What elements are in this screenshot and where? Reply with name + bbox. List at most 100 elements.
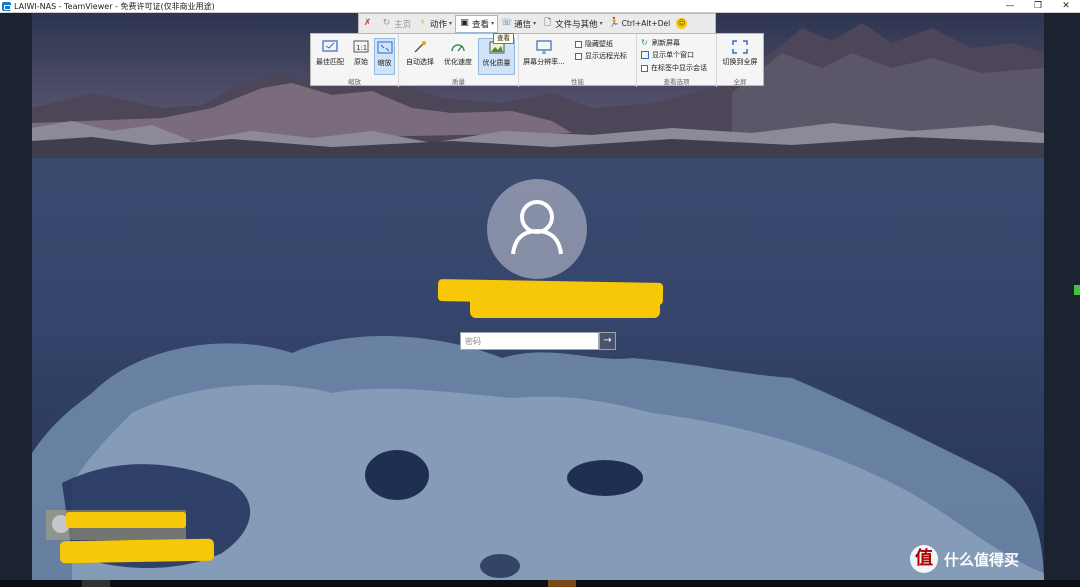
monitor-icon: ▣: [460, 18, 469, 28]
file-icon: 🗋: [543, 18, 552, 28]
original-size-icon: 1:1: [353, 40, 369, 53]
optimize-speed-label: 优化速度: [444, 58, 472, 66]
refresh-screen-label: 刷新屏幕: [652, 39, 680, 47]
files-menu[interactable]: 🗋 文件与其他 ▾: [539, 15, 606, 33]
close-session-button[interactable]: ✗: [359, 15, 378, 33]
single-window-button[interactable]: 显示单个窗口: [641, 50, 694, 60]
original-label: 原始: [354, 58, 368, 66]
optimize-quality-label: 优化质量: [482, 59, 511, 67]
scaling-icon: [377, 41, 392, 54]
redacted-username-small: [66, 512, 186, 528]
screen-resolution-label: 屏幕分辨率...: [523, 58, 565, 66]
actions-label: 动作: [430, 19, 448, 30]
optimize-speed-button[interactable]: 优化速度: [440, 38, 476, 75]
teamviewer-app-icon: [2, 1, 11, 11]
running-figure-icon: 🏃: [608, 18, 620, 28]
auto-select-button[interactable]: 自动选择: [403, 38, 437, 75]
view-tooltip: 查看: [493, 33, 514, 44]
lightning-icon: ⚡: [419, 18, 426, 28]
remote-margin-left: [0, 13, 32, 587]
redacted-username-overlay: [470, 296, 660, 318]
svg-text:1:1: 1:1: [356, 44, 367, 52]
refresh-icon: ↻: [641, 38, 648, 47]
view-options-group-label: 查看选项: [663, 78, 690, 86]
actions-menu[interactable]: ⚡ 动作 ▾: [414, 15, 455, 33]
expand-icon: [732, 40, 748, 54]
feedback-button[interactable]: ☺: [673, 15, 690, 33]
chevron-down-icon: ▾: [599, 20, 603, 27]
minimize-button[interactable]: —: [996, 0, 1024, 13]
phone-icon: ☏: [501, 18, 513, 28]
performance-group: 屏幕分辨率... 隐藏壁纸 显示远程光标 性能: [519, 34, 637, 87]
bottom-strip-item: [82, 580, 110, 587]
scaling-button[interactable]: 缩放: [374, 38, 395, 75]
show-remote-cursor-checkbox[interactable]: 显示远程光标: [575, 51, 627, 61]
auto-select-label: 自动选择: [406, 58, 434, 66]
best-fit-icon: [322, 40, 338, 52]
files-label: 文件与其他: [555, 19, 598, 30]
view-ribbon: 最佳匹配 1:1 原始 缩放 缩放 自动选择 优化速度 优化质量 质量 屏幕分辨…: [310, 33, 764, 87]
hide-wallpaper-label: 隐藏壁纸: [585, 40, 613, 48]
checkbox-box: [641, 64, 648, 72]
session-in-tabs-label: 在标签中显示会话: [651, 64, 707, 72]
smzdm-logo-icon: 值: [910, 545, 938, 573]
performance-group-label: 性能: [571, 78, 584, 86]
home-label: 主页: [394, 19, 412, 30]
ctrl-alt-del-label: Ctrl+Alt+Del: [621, 19, 671, 28]
fullscreen-group-label: 全屏: [733, 78, 747, 86]
chevron-down-icon: ▾: [491, 20, 495, 27]
scroll-indicator[interactable]: [1074, 285, 1080, 295]
session-in-tabs-checkbox[interactable]: 在标签中显示会话: [641, 63, 707, 73]
toggle-fullscreen-label: 切换到全屏: [722, 58, 758, 66]
bottom-strip: [0, 580, 1080, 587]
close-session-icon: ✗: [363, 18, 372, 28]
best-fit-button[interactable]: 最佳匹配: [314, 38, 346, 75]
communicate-label: 通信: [514, 19, 532, 30]
show-remote-cursor-label: 显示远程光标: [585, 52, 627, 60]
teamviewer-window: LAIWI-NAS - TeamViewer - 免费许可证(仅非商业用途) —…: [0, 0, 1080, 587]
view-options-group: ↻ 刷新屏幕 显示单个窗口 在标签中显示会话 查看选项: [637, 34, 717, 87]
scale-group: 最佳匹配 1:1 原始 缩放 缩放: [311, 34, 399, 87]
window-icon: [641, 51, 649, 59]
speedometer-icon: [451, 44, 465, 52]
monitor-resolution-icon: [536, 40, 552, 54]
best-fit-label: 最佳匹配: [316, 58, 344, 66]
title-bar: LAIWI-NAS - TeamViewer - 免费许可证(仅非商业用途) —…: [0, 0, 1080, 13]
scaling-label: 缩放: [377, 59, 392, 67]
screen-resolution-button[interactable]: 屏幕分辨率...: [522, 38, 566, 75]
restore-button[interactable]: ❐: [1024, 0, 1052, 13]
home-button[interactable]: ↻ 主页: [378, 15, 414, 33]
close-button[interactable]: ✕: [1052, 0, 1080, 13]
refresh-screen-button[interactable]: ↻ 刷新屏幕: [641, 38, 680, 48]
refresh-icon: ↻: [382, 18, 391, 28]
communicate-menu[interactable]: ☏ 通信 ▾: [498, 15, 539, 33]
original-button[interactable]: 1:1 原始: [349, 38, 373, 75]
hide-wallpaper-checkbox[interactable]: 隐藏壁纸: [575, 39, 613, 49]
view-menu[interactable]: ▣ 查看 ▾: [455, 14, 499, 33]
view-label: 查看: [472, 19, 490, 30]
submit-arrow-button[interactable]: →: [599, 332, 616, 350]
chevron-down-icon: ▾: [533, 20, 537, 27]
magic-wand-icon: [414, 41, 426, 53]
checkbox-box: [575, 52, 582, 60]
ctrl-alt-del-button[interactable]: 🏃 Ctrl+Alt+Del: [606, 15, 674, 33]
quality-group-label: 质量: [452, 78, 465, 86]
window-title: LAIWI-NAS - TeamViewer - 免费许可证(仅非商业用途): [14, 1, 215, 11]
bottom-strip-item: [548, 580, 576, 587]
window-controls: — ❐ ✕: [996, 0, 1080, 13]
redacted-username-small-2: [59, 538, 215, 564]
user-icon: [511, 200, 563, 255]
toggle-fullscreen-button[interactable]: 切换到全屏: [720, 38, 760, 75]
scale-group-label: 缩放: [348, 78, 361, 86]
smzdm-watermark: 值 什么值得买: [910, 545, 1019, 573]
single-window-label: 显示单个窗口: [652, 51, 694, 59]
password-input[interactable]: 密码: [460, 332, 599, 350]
checkbox-box: [575, 40, 582, 48]
user-avatar: [487, 179, 587, 279]
chevron-down-icon: ▾: [449, 20, 453, 27]
remote-margin-right: [1044, 13, 1080, 587]
fullscreen-group: 切换到全屏 全屏: [717, 34, 763, 87]
teamviewer-toolbar: ✗ ↻ 主页 ⚡ 动作 ▾ ▣ 查看 ▾ ☏ 通信 ▾ 🗋 文件与其他 ▾ 🏃 Ctrl+Alt+D…: [358, 13, 716, 33]
watermark-text: 什么值得买: [944, 550, 1020, 569]
smiley-icon: ☺: [676, 18, 688, 29]
